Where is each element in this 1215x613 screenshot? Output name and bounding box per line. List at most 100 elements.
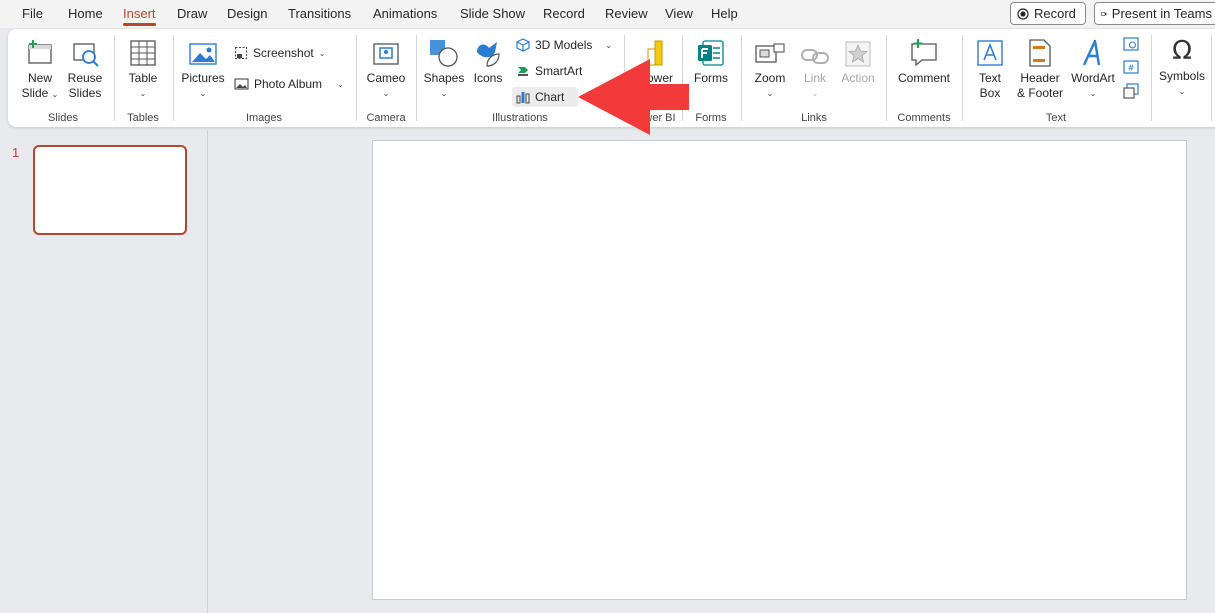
forms-label: Forms	[694, 71, 728, 85]
tab-insert[interactable]: Insert	[123, 5, 156, 26]
bar-chart-icon	[516, 92, 530, 104]
group-label-links: Links	[801, 112, 827, 124]
group-separator	[1211, 35, 1212, 121]
group-separator	[1151, 35, 1152, 121]
slide-canvas[interactable]	[372, 140, 1187, 600]
text-box-label-1: Text	[978, 71, 1001, 85]
wordart-label: WordArt	[1071, 71, 1115, 85]
3d-models-label: 3D Models	[535, 38, 593, 52]
reuse-slides-label-1: Reuse	[67, 71, 103, 85]
smartart-button[interactable]: SmartArt	[516, 61, 582, 81]
tab-record[interactable]: Record	[543, 5, 585, 25]
tab-view[interactable]: View	[665, 5, 693, 25]
table-label: Table	[128, 71, 158, 85]
photo-album-icon	[234, 78, 249, 90]
red-arrow-annotation	[578, 59, 689, 135]
table-button[interactable]: Table ⌄	[122, 36, 164, 101]
new-slide-label-2: Slide ⌄	[21, 86, 59, 100]
tab-design[interactable]: Design	[227, 5, 267, 25]
reuse-slides-button[interactable]: Reuse Slides	[64, 36, 106, 101]
shapes-icon	[430, 40, 458, 67]
object-icon[interactable]	[1123, 83, 1139, 99]
tab-home[interactable]: Home	[68, 5, 103, 25]
chart-label: Chart	[535, 90, 565, 104]
forms-button[interactable]: Forms	[690, 36, 732, 86]
tab-animations[interactable]: Animations	[373, 5, 437, 25]
3d-cube-icon	[516, 38, 530, 52]
photo-album-button[interactable]: Photo Album ⌄	[234, 74, 344, 94]
tab-file[interactable]: File	[22, 5, 43, 25]
chevron-down-icon: ⌄	[199, 89, 207, 98]
date-time-icon[interactable]	[1123, 35, 1139, 51]
pictures-icon	[189, 43, 217, 65]
wordart-button[interactable]: WordArt ⌄	[1068, 36, 1118, 101]
cameo-button[interactable]: Cameo ⌄	[364, 36, 408, 101]
svg-text:#: #	[1128, 64, 1135, 73]
icons-label: Icons	[473, 71, 503, 85]
group-separator	[416, 35, 417, 121]
group-separator	[173, 35, 174, 121]
chevron-down-icon: ⌄	[766, 89, 774, 98]
chevron-down-icon: ⌄	[337, 79, 344, 89]
text-box-icon	[977, 40, 1003, 66]
comment-label: Comment	[897, 71, 950, 85]
3d-models-button[interactable]: 3D Models ⌄	[516, 35, 612, 55]
pictures-button[interactable]: Pictures ⌄	[179, 36, 227, 101]
link-icon	[801, 49, 829, 64]
table-icon	[130, 40, 156, 66]
wordart-icon	[1082, 39, 1101, 66]
action-button[interactable]: Action	[837, 36, 879, 86]
group-label-text: Text	[1045, 112, 1067, 124]
shapes-label: Shapes	[423, 71, 465, 85]
reuse-slides-icon	[73, 43, 99, 67]
chevron-down-icon: ⌄	[1089, 89, 1097, 98]
chart-button[interactable]: Chart	[512, 87, 578, 107]
chevron-down-icon: ⌄	[440, 89, 448, 98]
photo-album-label: Photo Album	[254, 77, 323, 91]
slide-thumbnail[interactable]	[33, 145, 187, 235]
record-dot-icon	[1017, 7, 1029, 20]
panel-divider[interactable]	[207, 130, 208, 613]
screenshot-label: Screenshot	[253, 46, 314, 60]
group-label-slides: Slides	[48, 112, 78, 124]
chevron-down-icon: ⌄	[1178, 87, 1186, 96]
tab-slide-show[interactable]: Slide Show	[460, 5, 525, 25]
group-separator	[962, 35, 963, 121]
present-in-teams-button[interactable]: Present in Teams	[1094, 2, 1215, 25]
tab-draw[interactable]: Draw	[177, 5, 207, 25]
new-slide-button[interactable]: New Slide ⌄	[18, 36, 62, 102]
slide-number-icon[interactable]: #	[1123, 59, 1139, 75]
chevron-down-icon: ⌄	[382, 89, 390, 98]
text-box-button[interactable]: Text Box	[970, 36, 1010, 101]
group-label-images: Images	[245, 112, 283, 124]
reuse-slides-label-2: Slides	[68, 86, 102, 100]
link-label: Link	[803, 71, 826, 85]
screenshot-button[interactable]: Screenshot ⌄	[234, 43, 325, 63]
icons-button[interactable]: Icons	[469, 36, 507, 86]
tab-transitions[interactable]: Transitions	[288, 5, 351, 25]
slide-thumbnail-number: 1	[12, 145, 20, 160]
header-footer-button[interactable]: Header & Footer	[1014, 36, 1066, 101]
group-label-illustrations: Illustrations	[492, 112, 548, 124]
comment-button[interactable]: Comment	[894, 36, 954, 86]
group-label-forms: Forms	[695, 112, 727, 124]
pictures-label: Pictures	[181, 71, 225, 85]
icons-icon	[477, 42, 500, 67]
text-box-label-2: Box	[979, 86, 1001, 100]
chevron-down-icon: ⌄	[139, 89, 147, 98]
record-button[interactable]: Record	[1010, 2, 1086, 25]
present-button-label: Present in Teams	[1111, 6, 1212, 21]
zoom-button[interactable]: Zoom ⌄	[748, 36, 792, 101]
group-label-tables: Tables	[127, 112, 159, 124]
forms-icon	[698, 40, 724, 66]
link-button[interactable]: Link ⌄	[797, 36, 833, 101]
teams-icon	[1101, 11, 1107, 16]
tab-help[interactable]: Help	[711, 5, 738, 25]
header-footer-icon	[1029, 39, 1051, 67]
menu-bar: File Home Insert Draw Design Transitions…	[0, 0, 1215, 28]
symbols-button[interactable]: Ω Symbols ⌄	[1157, 34, 1207, 99]
text-more-stack: #	[1123, 35, 1141, 99]
tab-review[interactable]: Review	[605, 5, 648, 25]
shapes-button[interactable]: Shapes ⌄	[422, 36, 466, 101]
group-label-comments: Comments	[897, 112, 951, 124]
